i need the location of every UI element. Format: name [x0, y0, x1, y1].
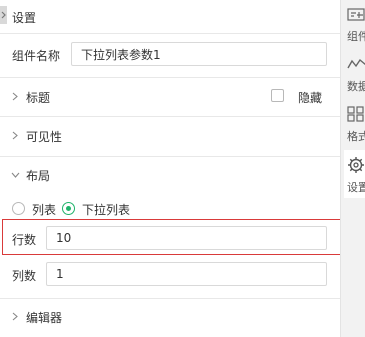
layout-list-label: 列表 — [32, 203, 57, 217]
section-visibility-label: 可见性 — [26, 130, 63, 144]
component-name-input[interactable] — [71, 42, 327, 66]
component-name-label: 组件名称 — [12, 49, 61, 63]
chevron-right-icon — [12, 92, 18, 101]
right-rail: 组件 数据 格式 设置 — [340, 0, 365, 337]
chevron-right-icon — [12, 131, 18, 140]
hide-title-label: 隐藏 — [298, 91, 323, 105]
layout-dropdown-radio[interactable] — [62, 202, 75, 215]
rail-tab-format-label: 格式 — [347, 130, 365, 143]
rows-input[interactable] — [46, 226, 327, 250]
layout-dropdown-label: 下拉列表 — [82, 203, 131, 217]
settings-panel: 设置 组件名称 标题 隐藏 可见性 布局 列表 下拉列表 行数 列数 编辑 — [0, 0, 340, 337]
divider — [0, 298, 340, 299]
chevron-down-icon — [11, 172, 20, 178]
hide-title-checkbox[interactable] — [271, 89, 284, 102]
section-title[interactable]: 标题 — [0, 83, 340, 111]
rows-label: 行数 — [12, 233, 37, 247]
divider — [0, 77, 340, 78]
divider — [0, 33, 340, 34]
section-visibility[interactable]: 可见性 — [0, 122, 340, 150]
divider — [0, 116, 340, 117]
rail-tab-data[interactable]: 数据 — [344, 50, 365, 98]
component-icon — [347, 8, 365, 21]
grid-icon — [347, 106, 364, 122]
rail-tab-format[interactable]: 格式 — [344, 100, 365, 148]
collapse-panel-tab[interactable] — [0, 6, 7, 24]
gear-icon — [348, 157, 364, 173]
rail-tab-data-label: 数据 — [347, 80, 365, 93]
divider — [0, 156, 340, 157]
layout-list-radio[interactable] — [12, 202, 25, 215]
rail-tab-settings[interactable]: 设置 — [344, 150, 365, 198]
data-chart-icon — [347, 58, 365, 69]
section-layout-label: 布局 — [26, 169, 51, 183]
rail-tab-component[interactable]: 组件 — [344, 0, 365, 48]
chevron-right-icon — [12, 312, 18, 321]
rail-tab-component-label: 组件 — [347, 30, 365, 43]
section-editor-label: 编辑器 — [26, 311, 63, 325]
chevron-right-icon — [1, 11, 6, 19]
rail-tab-settings-label: 设置 — [347, 181, 365, 194]
section-editor[interactable]: 编辑器 — [0, 303, 340, 331]
section-title-label: 标题 — [26, 91, 51, 105]
panel-title: 设置 — [12, 11, 37, 25]
section-layout[interactable]: 布局 — [0, 161, 340, 189]
columns-input[interactable] — [46, 262, 327, 286]
columns-label: 列数 — [12, 269, 37, 283]
